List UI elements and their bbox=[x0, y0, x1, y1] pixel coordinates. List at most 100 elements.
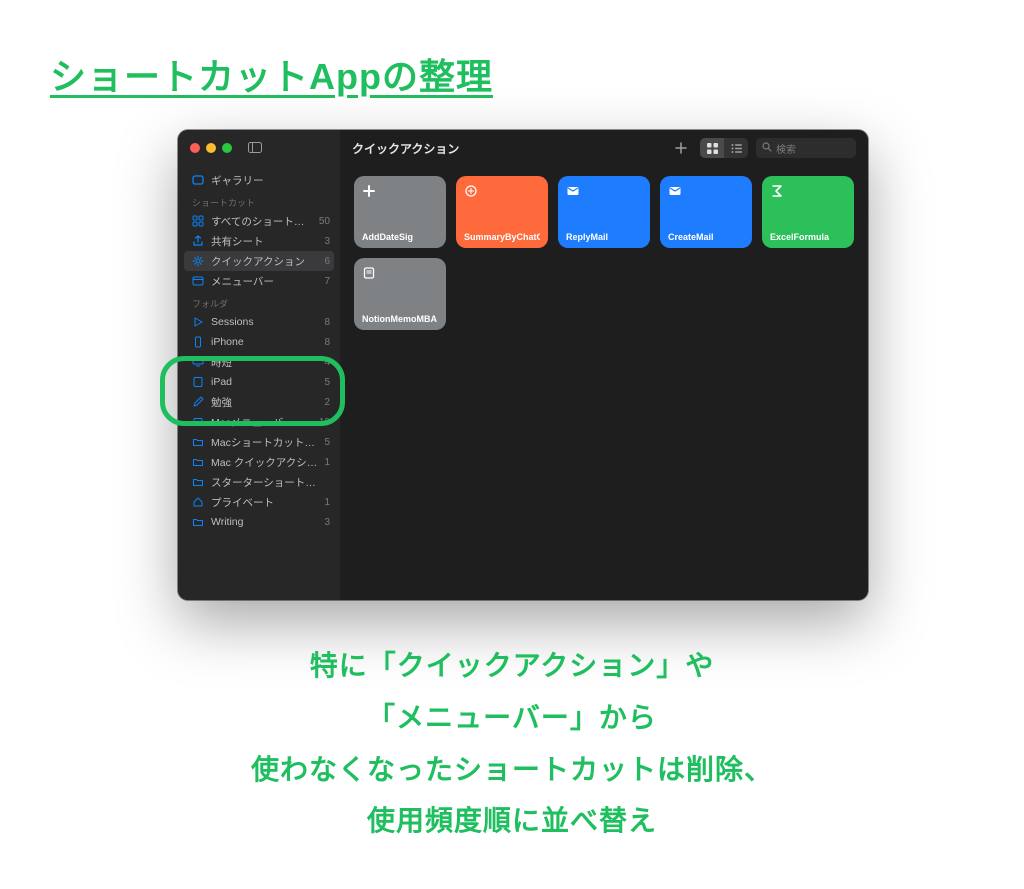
sidebar-item[interactable]: スターターショートカット bbox=[178, 472, 340, 492]
window-controls bbox=[178, 130, 340, 166]
share-icon bbox=[192, 235, 204, 247]
main-panel: クイックアクション 検索 AddDateSigSummaryByChatG bbox=[340, 130, 868, 600]
sidebar-item-count: 6 bbox=[324, 256, 330, 267]
search-field[interactable]: 検索 bbox=[756, 138, 856, 158]
sidebar-item-label: クイックアクション bbox=[211, 254, 317, 269]
zoom-window-button[interactable] bbox=[222, 143, 232, 153]
shortcut-tile[interactable]: AddDateSig bbox=[354, 176, 446, 248]
sidebar-item-count: 1 bbox=[324, 457, 330, 468]
sidebar-toggle-icon[interactable] bbox=[248, 141, 262, 156]
shortcut-tile[interactable]: SummaryByChatGPT bbox=[456, 176, 548, 248]
sidebar-item-count: 8 bbox=[324, 337, 330, 348]
tablet-icon bbox=[192, 376, 204, 388]
phone-icon bbox=[192, 336, 204, 348]
sidebar-item-count: 8 bbox=[324, 317, 330, 328]
tile-label: NotionMemoMBA bbox=[362, 314, 438, 324]
sidebar-item[interactable]: 勉強 2 bbox=[178, 392, 340, 412]
sidebar-item-label: 時短 bbox=[211, 355, 317, 370]
sidebar-item-label: スターターショートカット bbox=[211, 475, 323, 490]
sidebar-item[interactable]: Mac クイックアクション 1 bbox=[178, 452, 340, 472]
sidebar-item-label: 勉強 bbox=[211, 395, 317, 410]
gear-icon bbox=[192, 255, 204, 267]
mail-icon bbox=[566, 184, 580, 198]
grid-view-button[interactable] bbox=[700, 138, 724, 158]
minimize-window-button[interactable] bbox=[206, 143, 216, 153]
tile-label: CreateMail bbox=[668, 232, 744, 242]
sidebar-item-label: Mac クイックアクション bbox=[211, 455, 317, 470]
sidebar-item-count: 7 bbox=[324, 276, 330, 287]
tile-label: ReplyMail bbox=[566, 232, 642, 242]
plus-icon bbox=[362, 184, 376, 198]
shortcut-tile[interactable]: ReplyMail bbox=[558, 176, 650, 248]
toolbar: クイックアクション 検索 bbox=[340, 130, 868, 166]
sidebar-item-label: すべてのショートカット bbox=[211, 214, 312, 229]
sidebar-item-count: 2 bbox=[324, 397, 330, 408]
sidebar-item[interactable]: iPhone 8 bbox=[178, 332, 340, 352]
app-window: ギャラリー ショートカット すべてのショートカット 50共有シート 3 クイックアクシ… bbox=[178, 130, 868, 600]
sidebar-item-count: 1 bbox=[324, 497, 330, 508]
shortcut-tile[interactable]: CreateMail bbox=[660, 176, 752, 248]
gallery-icon bbox=[192, 174, 204, 186]
sidebar-item-label: iPhone bbox=[211, 336, 317, 348]
sidebar-item-label: メニューバー bbox=[211, 274, 317, 289]
search-placeholder: 検索 bbox=[776, 141, 796, 156]
sidebar-item[interactable]: Sessions 8 bbox=[178, 312, 340, 332]
sidebar-item[interactable]: 時短 4 bbox=[178, 352, 340, 372]
sidebar-item-label: ギャラリー bbox=[211, 173, 330, 188]
list-view-button[interactable] bbox=[724, 138, 748, 158]
sidebar: ギャラリー ショートカット すべてのショートカット 50共有シート 3 クイックアクシ… bbox=[178, 130, 340, 600]
shortcut-grid: AddDateSig SummaryByChatGPT ReplyMail Creat… bbox=[340, 166, 868, 340]
sidebar-item-count: 5 bbox=[324, 377, 330, 388]
folder-icon bbox=[192, 456, 204, 468]
laptop-icon bbox=[192, 416, 204, 428]
sidebar-item-label: 共有シート bbox=[211, 234, 317, 249]
sidebar-item[interactable]: プライベート 1 bbox=[178, 492, 340, 512]
sidebar-gallery[interactable]: ギャラリー bbox=[178, 170, 340, 190]
view-toggle bbox=[700, 138, 748, 158]
sidebar-item-label: Macメニューバー bbox=[211, 415, 312, 430]
mail-icon bbox=[668, 184, 682, 198]
sidebar-section-header-folders: フォルダ bbox=[178, 291, 340, 312]
page-title: ショートカットAppの整理 bbox=[50, 48, 493, 100]
add-shortcut-button[interactable] bbox=[670, 138, 692, 158]
sidebar-item-label: Sessions bbox=[211, 316, 317, 328]
sidebar-item-label: Writing bbox=[211, 516, 317, 528]
sidebar-item-count: 4 bbox=[324, 357, 330, 368]
close-window-button[interactable] bbox=[190, 143, 200, 153]
sidebar-item[interactable]: Macショートカットキー 5 bbox=[178, 432, 340, 452]
sidebar-item[interactable]: Writing 3 bbox=[178, 512, 340, 532]
caption-text: 特に「クイックアクション」や 「メニューバー」から 使わなくなったショートカット… bbox=[0, 640, 1024, 847]
tile-label: ExcelFormula bbox=[770, 232, 846, 242]
shortcut-tile[interactable]: ExcelFormula bbox=[762, 176, 854, 248]
sidebar-item-count: 5 bbox=[324, 437, 330, 448]
folder-icon bbox=[192, 436, 204, 448]
note-icon bbox=[362, 266, 376, 280]
folder-icon bbox=[192, 476, 204, 488]
sidebar-item-count: 10 bbox=[319, 417, 330, 428]
tile-label: AddDateSig bbox=[362, 232, 438, 242]
sidebar-item-count: 50 bbox=[319, 216, 330, 227]
sidebar-item[interactable]: クイックアクション 6 bbox=[184, 251, 334, 271]
folder-icon bbox=[192, 516, 204, 528]
sidebar-item-label: プライベート bbox=[211, 495, 317, 510]
sidebar-item[interactable]: iPad 5 bbox=[178, 372, 340, 392]
home-icon bbox=[192, 496, 204, 508]
sidebar-item[interactable]: すべてのショートカット 50 bbox=[178, 211, 340, 231]
menubar-icon bbox=[192, 275, 204, 287]
sidebar-item-count: 3 bbox=[324, 517, 330, 528]
sidebar-item[interactable]: Macメニューバー 10 bbox=[178, 412, 340, 432]
sidebar-item[interactable]: メニューバー 7 bbox=[178, 271, 340, 291]
sidebar-item[interactable]: 共有シート 3 bbox=[178, 231, 340, 251]
search-icon bbox=[762, 142, 772, 155]
sidebar-section-header-shortcuts: ショートカット bbox=[178, 190, 340, 211]
tile-label: SummaryByChatGPT bbox=[464, 232, 540, 242]
play-icon bbox=[192, 316, 204, 328]
sidebar-item-label: iPad bbox=[211, 376, 317, 388]
shortcut-tile[interactable]: NotionMemoMBA bbox=[354, 258, 446, 330]
sidebar-item-label: Macショートカットキー bbox=[211, 435, 317, 450]
sparkle-icon bbox=[464, 184, 478, 198]
sidebar-item-count: 3 bbox=[324, 236, 330, 247]
pencil-icon bbox=[192, 396, 204, 408]
sigma-icon bbox=[770, 184, 784, 198]
display-icon bbox=[192, 356, 204, 368]
